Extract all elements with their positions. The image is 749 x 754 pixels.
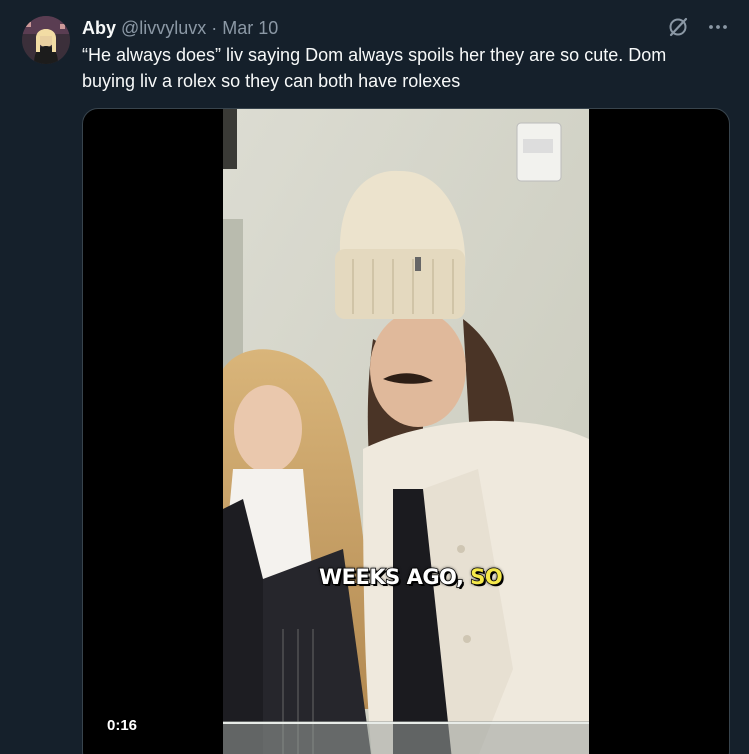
display-name[interactable]: Aby xyxy=(82,16,116,40)
avatar-image xyxy=(22,16,70,64)
separator-dot: · xyxy=(211,18,218,38)
video-still-image xyxy=(223,109,589,754)
grok-button[interactable] xyxy=(665,14,691,40)
avatar[interactable] xyxy=(22,16,70,64)
more-button[interactable] xyxy=(705,14,731,40)
more-dots-icon xyxy=(709,25,727,29)
grok-slash-icon xyxy=(669,17,688,37)
video-caption: WEEKS AGO, SO xyxy=(318,564,503,590)
tweet: Aby @livvyluvx · Mar 10 “He always does”… xyxy=(0,0,749,754)
tweet-header: Aby @livvyluvx · Mar 10 xyxy=(82,16,278,40)
tweet-text: “He always does” liv saying Dom always s… xyxy=(82,45,667,91)
header-actions xyxy=(665,14,731,40)
caption-highlight-text: SO xyxy=(469,564,503,590)
tweet-date[interactable]: Mar 10 xyxy=(222,16,278,40)
caption-main-text: WEEKS AGO, xyxy=(318,564,464,590)
video-player[interactable]: WEEKS AGO, SO 0:16 xyxy=(82,108,730,754)
user-handle[interactable]: @livvyluvx xyxy=(121,16,206,40)
video-timestamp: 0:16 xyxy=(101,715,144,736)
video-frame xyxy=(223,109,589,754)
